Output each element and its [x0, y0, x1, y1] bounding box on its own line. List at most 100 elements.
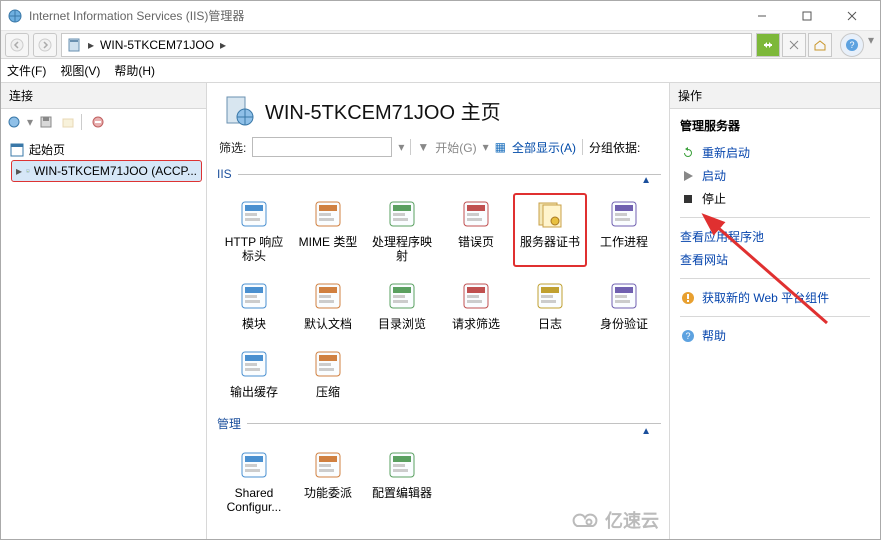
save-icon[interactable] — [37, 113, 55, 131]
feature-label: 功能委派 — [293, 486, 363, 500]
feature-icon — [385, 197, 419, 231]
breadcrumb-node: WIN-5TKCEM71JOO — [100, 38, 214, 52]
connections-panel: 连接 ▾ 起始页 ▸ WIN-5TKCEM71JOO (ACCP... — [1, 83, 207, 539]
menu-file[interactable]: 文件(F) — [7, 62, 46, 79]
feature-item[interactable]: 身份验证 — [587, 275, 661, 335]
feature-item[interactable]: 错误页 — [439, 193, 513, 267]
action-restart[interactable]: 重新启动 — [680, 144, 870, 161]
menu-help[interactable]: 帮助(H) — [114, 62, 155, 79]
actions-heading: 管理服务器 — [680, 115, 870, 138]
feature-item[interactable]: Shared Configur... — [217, 444, 291, 518]
tree-start-label: 起始页 — [29, 141, 65, 158]
filter-input[interactable] — [252, 137, 392, 157]
go-button[interactable]: 开始(G) — [435, 139, 476, 156]
feature-icon — [459, 279, 493, 313]
feature-item[interactable]: 处理程序映射 — [365, 193, 439, 267]
feature-item[interactable]: MIME 类型 — [291, 193, 365, 267]
action-view-app-pools[interactable]: 查看应用程序池 — [680, 228, 870, 245]
action-help[interactable]: ? 帮助 — [680, 327, 870, 344]
server-home-icon — [221, 93, 255, 127]
group-by-label: 分组依据: — [589, 139, 640, 156]
minimize-button[interactable] — [739, 2, 784, 30]
nav-forward-button[interactable] — [33, 33, 57, 57]
feature-item[interactable]: 服务器证书 — [513, 193, 587, 267]
feature-label: 输出缓存 — [219, 385, 289, 399]
help-button[interactable]: ? — [840, 33, 864, 57]
connections-toolbar: ▾ — [1, 109, 206, 135]
feature-item[interactable]: 输出缓存 — [217, 343, 291, 403]
delete-icon[interactable] — [89, 113, 107, 131]
collapse-icon[interactable]: ▲ — [641, 426, 651, 437]
menu-view[interactable]: 视图(V) — [60, 62, 100, 79]
action-view-sites-label: 查看网站 — [680, 251, 728, 268]
collapse-icon[interactable]: ▲ — [641, 175, 651, 186]
section-iis: IIS ▲ HTTP 响应标头MIME 类型处理程序映射错误页服务器证书工作进程… — [217, 167, 661, 409]
filter-bar: 筛选: ▾ ▼ 开始(G) ▾ ▦ 全部显示(A) 分组依据: — [217, 135, 659, 161]
feature-label: 工作进程 — [589, 235, 659, 249]
app-icon — [7, 8, 23, 24]
svg-text:?: ? — [685, 331, 690, 341]
actions-panel: 操作 管理服务器 重新启动 启动 停止 查看应用程序池 查看网站 — [670, 83, 880, 539]
feature-icon — [311, 197, 345, 231]
action-start-label: 启动 — [702, 167, 726, 184]
feature-item[interactable]: 工作进程 — [587, 193, 661, 267]
up-level-icon[interactable] — [59, 113, 77, 131]
title-bar: Internet Information Services (IIS)管理器 — [1, 1, 880, 31]
chevron-right-icon: ▸ — [86, 38, 96, 52]
menu-bar: 文件(F) 视图(V) 帮助(H) — [1, 59, 880, 83]
stop-icon — [680, 191, 696, 207]
restart-icon — [680, 145, 696, 161]
refresh-button[interactable] — [756, 33, 780, 57]
feature-label: Shared Configur... — [219, 486, 289, 514]
section-mgmt: 管理 ▲ Shared Configur...功能委派配置编辑器 — [217, 415, 661, 524]
feature-item[interactable]: 目录浏览 — [365, 275, 439, 335]
connections-title: 连接 — [1, 83, 206, 109]
filter-label: 筛选: — [219, 139, 246, 156]
feature-label: 目录浏览 — [367, 317, 437, 331]
feature-item[interactable]: 模块 — [217, 275, 291, 335]
go-icon: ▼ — [417, 140, 429, 154]
feature-item[interactable]: 配置编辑器 — [365, 444, 439, 518]
feature-item[interactable]: 请求筛选 — [439, 275, 513, 335]
feature-icon — [237, 279, 271, 313]
tree-server-node[interactable]: ▸ WIN-5TKCEM71JOO (ACCP... — [11, 160, 202, 182]
feature-icon — [237, 347, 271, 381]
connect-icon[interactable] — [5, 113, 23, 131]
section-iis-legend: IIS — [217, 167, 238, 181]
feature-label: HTTP 响应标头 — [219, 235, 289, 263]
maximize-button[interactable] — [784, 2, 829, 30]
action-get-webpi[interactable]: 获取新的 Web 平台组件 — [680, 289, 870, 306]
breadcrumb[interactable]: ▸ WIN-5TKCEM71JOO ▸ — [61, 33, 752, 57]
home-button[interactable] — [808, 33, 832, 57]
expand-toggle-icon[interactable]: ▸ — [16, 164, 22, 178]
action-view-app-pools-label: 查看应用程序池 — [680, 228, 764, 245]
feature-item[interactable]: 默认文档 — [291, 275, 365, 335]
feature-icon — [385, 279, 419, 313]
action-view-sites[interactable]: 查看网站 — [680, 251, 870, 268]
feature-icon — [311, 347, 345, 381]
action-get-webpi-label: 获取新的 Web 平台组件 — [702, 289, 829, 306]
nav-back-button[interactable] — [5, 33, 29, 57]
action-help-label: 帮助 — [702, 327, 726, 344]
show-all-button[interactable]: 全部显示(A) — [512, 139, 576, 156]
action-stop-label: 停止 — [702, 190, 726, 207]
feature-icon — [311, 279, 345, 313]
warning-icon — [680, 290, 696, 306]
feature-item[interactable]: 压缩 — [291, 343, 365, 403]
feature-icon — [385, 448, 419, 482]
feature-item[interactable]: 功能委派 — [291, 444, 365, 518]
tree-start-page[interactable]: 起始页 — [5, 139, 202, 160]
feature-item[interactable]: 日志 — [513, 275, 587, 335]
feature-item[interactable]: HTTP 响应标头 — [217, 193, 291, 267]
tree-server-label: WIN-5TKCEM71JOO (ACCP... — [34, 164, 197, 178]
feature-label: 压缩 — [293, 385, 363, 399]
feature-icon — [237, 448, 271, 482]
page-title: WIN-5TKCEM71JOO 主页 — [265, 96, 501, 125]
feature-label: 模块 — [219, 317, 289, 331]
close-button[interactable] — [829, 2, 874, 30]
features-view: WIN-5TKCEM71JOO 主页 筛选: ▾ ▼ 开始(G) ▾ ▦ 全部显… — [207, 83, 670, 539]
action-stop[interactable]: 停止 — [680, 190, 870, 207]
home-page-icon — [9, 142, 25, 158]
stop-nav-button[interactable] — [782, 33, 806, 57]
action-start[interactable]: 启动 — [680, 167, 870, 184]
